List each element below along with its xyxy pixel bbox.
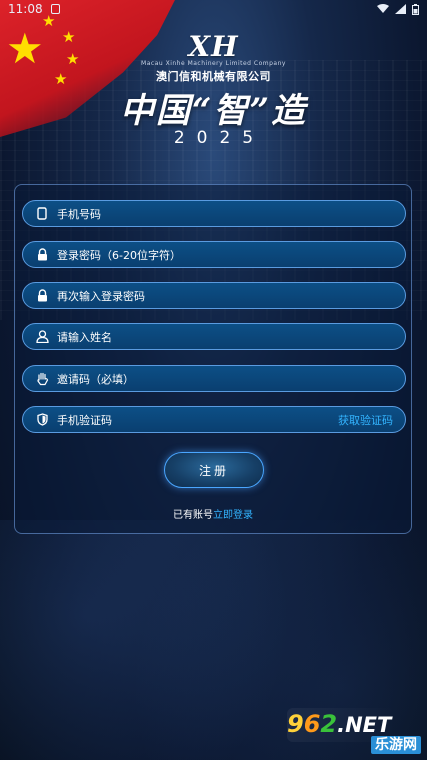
lock-icon xyxy=(35,248,49,262)
name-field[interactable]: 请输入姓名 xyxy=(22,323,406,350)
confirm-password-field[interactable]: 再次输入登录密码 xyxy=(22,282,406,309)
battery-icon xyxy=(412,3,419,15)
login-prompt: 已有账号立即登录 xyxy=(15,506,411,521)
company-name: 澳门信和机械有限公司 xyxy=(156,70,271,83)
register-form: 手机号码 登录密码（6-20位字符） 再次输入登录密码 请输入姓名 邀请码（必填… xyxy=(14,184,412,534)
password-placeholder: 登录密码（6-20位字符） xyxy=(57,248,181,262)
invite-code-field[interactable]: 邀请码（必填） xyxy=(22,365,406,392)
notification-icon xyxy=(50,4,60,14)
phone-icon xyxy=(35,207,49,221)
phone-placeholder: 手机号码 xyxy=(57,207,101,221)
watermark-digit-2: 2 xyxy=(320,710,338,738)
company-logo: XH xyxy=(188,30,239,63)
sms-code-field[interactable]: 手机验证码 获取验证码 xyxy=(22,406,406,433)
name-placeholder: 请输入姓名 xyxy=(57,330,112,344)
shield-icon xyxy=(35,413,49,427)
user-icon xyxy=(35,330,49,344)
get-code-button[interactable]: 获取验证码 xyxy=(338,412,393,428)
password-field[interactable]: 登录密码（6-20位字符） xyxy=(22,241,406,268)
register-button[interactable]: 注册 xyxy=(164,452,264,488)
watermark-digit-9: 9 xyxy=(287,710,304,738)
slogan: 中国“智”造 2025 xyxy=(0,92,427,148)
site-watermark: 962.NET 乐游网 xyxy=(287,708,423,756)
watermark-digit-6: 6 xyxy=(303,710,321,738)
slogan-title: 中国“智”造 xyxy=(119,91,308,131)
watermark-logo: 962.NET xyxy=(287,710,391,739)
brand-header: XH Macau Xinhe Machinery Limited Company… xyxy=(0,32,427,84)
login-link[interactable]: 立即登录 xyxy=(213,510,253,521)
watermark-subtitle: 乐游网 xyxy=(371,736,421,754)
lock-icon xyxy=(35,289,49,303)
slogan-year: 2025 xyxy=(173,128,266,148)
status-bar: 11:08 xyxy=(0,0,427,18)
phone-field[interactable]: 手机号码 xyxy=(22,200,406,227)
signal-icon xyxy=(395,4,406,14)
company-english-name: Macau Xinhe Machinery Limited Company xyxy=(141,60,286,67)
invite-code-placeholder: 邀请码（必填） xyxy=(57,372,134,386)
watermark-suffix: .NET xyxy=(337,713,392,737)
confirm-password-placeholder: 再次输入登录密码 xyxy=(57,289,145,303)
hand-icon xyxy=(35,372,49,386)
has-account-text: 已有账号 xyxy=(173,510,213,521)
sms-code-placeholder: 手机验证码 xyxy=(57,413,112,427)
status-time: 11:08 xyxy=(8,2,43,16)
wifi-icon xyxy=(377,4,389,13)
